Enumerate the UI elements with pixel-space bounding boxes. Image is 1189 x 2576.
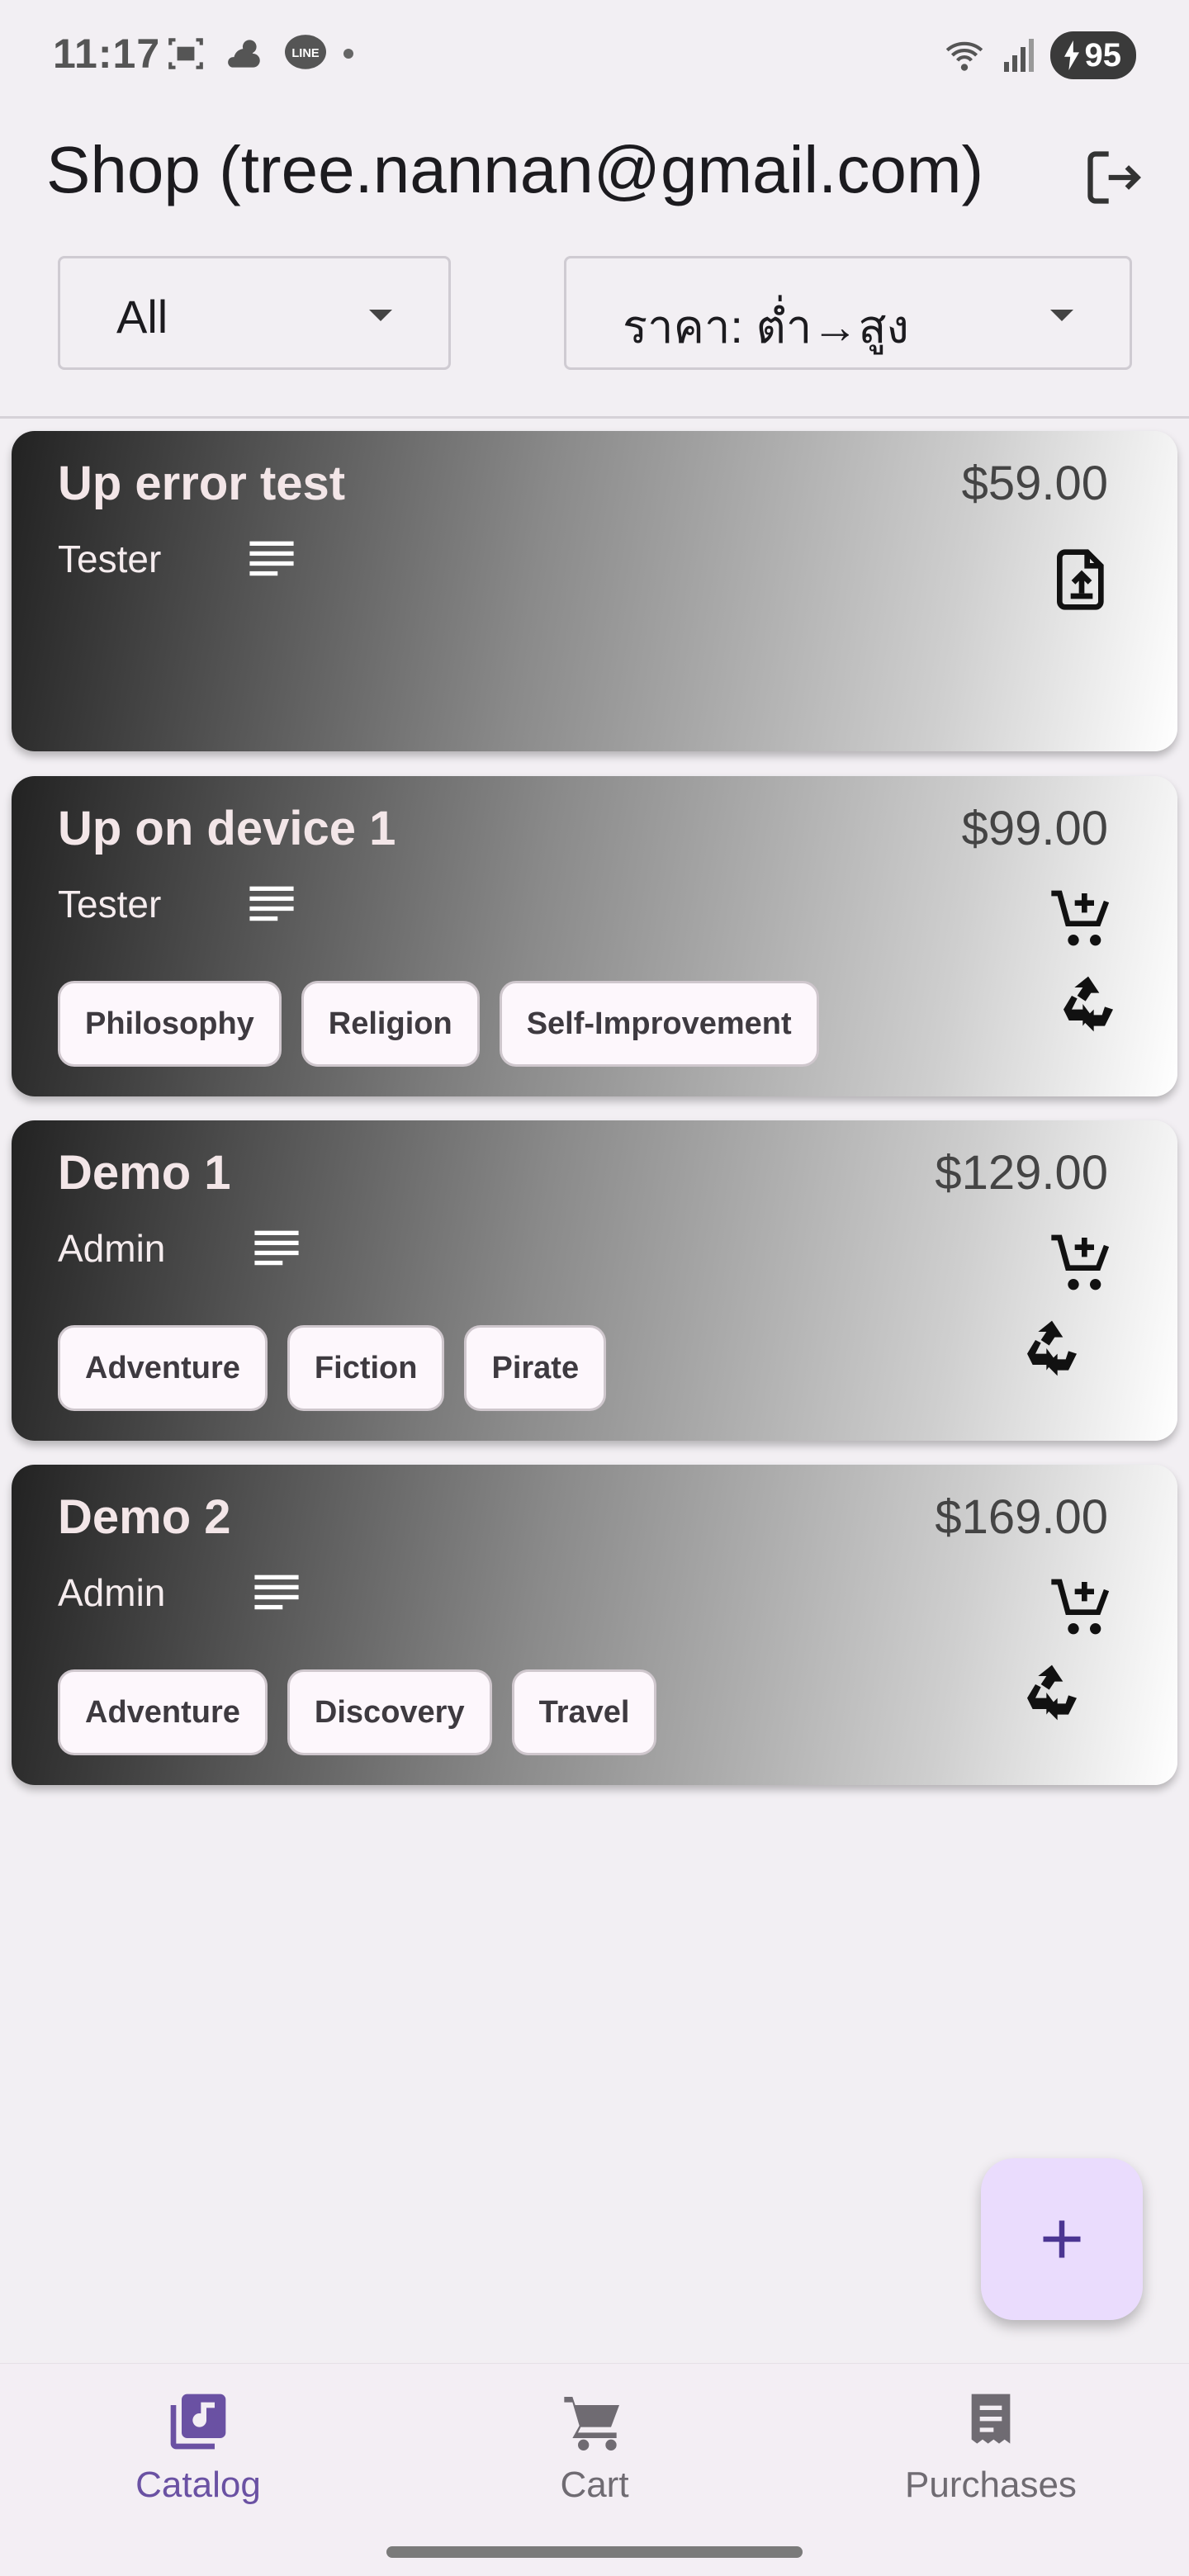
notification-dot [343,49,353,59]
recycle-icon[interactable] [1019,1660,1085,1726]
receipt-icon [971,2394,1011,2444]
description-icon[interactable] [248,882,296,923]
tag-chip[interactable]: Adventure [58,1669,268,1755]
product-author: Admin [58,1227,166,1270]
nav-label: Cart [560,2465,629,2505]
description-icon[interactable] [253,1226,301,1267]
add-to-cart-icon[interactable] [1049,1574,1115,1640]
tag-chip[interactable]: Philosophy [58,981,282,1067]
logout-icon [1087,151,1141,204]
category-dropdown-value: All [116,291,168,343]
upload-file-icon[interactable] [1049,547,1115,613]
tag-chip[interactable]: Pirate [464,1325,607,1411]
tag-chip[interactable]: Travel [511,1669,657,1755]
product-author: Admin [58,1571,166,1614]
product-price: $169.00 [935,1490,1108,1544]
battery-charging-icon [1063,40,1079,70]
product-title: Demo 1 [58,1146,231,1200]
tag-list: Adventure Discovery Travel [58,1669,657,1755]
svg-text:LINE: LINE [291,47,319,60]
sort-dropdown[interactable]: ราคา: ต่ำ→สูง [564,256,1132,370]
recycle-icon[interactable] [1055,971,1121,1037]
signal-icon [1003,39,1034,72]
logout-button[interactable] [1077,140,1151,215]
category-dropdown[interactable]: All [58,256,451,370]
tag-chip[interactable]: Self-Improvement [499,981,819,1067]
add-product-button[interactable] [981,2158,1143,2320]
weather-cloud-icon [228,40,260,68]
product-title: Up error test [58,457,346,510]
page-title: Shop (tree.nannan@gmail.com) [46,133,984,206]
nav-label: Catalog [135,2465,261,2505]
product-price: $129.00 [935,1146,1108,1200]
description-icon[interactable] [248,537,296,578]
status-time: 11:17 [53,31,161,77]
product-card[interactable]: Demo 1 Admin $129.00 Adventure Fiction P… [12,1120,1177,1441]
nav-label: Purchases [905,2465,1077,2505]
screenshot-icon [168,38,203,69]
product-author: Tester [58,883,162,926]
chevron-down-icon [369,310,392,321]
product-card[interactable]: Up error test Tester $59.00 [12,431,1177,751]
status-bar: 11:17 LINE 95 [0,0,1189,112]
product-title: Demo 2 [58,1490,231,1544]
product-title: Up on device 1 [58,802,396,855]
library-music-icon [170,2394,226,2450]
status-icons-right: 95 [941,31,1136,79]
product-author: Tester [58,537,162,580]
tag-list: Adventure Fiction Pirate [58,1325,607,1411]
battery-level: 95 [1084,36,1122,73]
tag-chip[interactable]: Religion [301,981,480,1067]
cart-icon [564,2397,619,2451]
status-icons-left: LINE [165,33,353,74]
nav-item-purchases[interactable]: Purchases [867,2389,1115,2506]
plus-icon [1043,2220,1081,2258]
nav-item-catalog[interactable]: Catalog [74,2389,322,2506]
tag-chip[interactable]: Fiction [287,1325,445,1411]
add-to-cart-icon[interactable] [1049,885,1115,951]
line-app-icon: LINE [285,35,326,69]
recycle-icon[interactable] [1019,1315,1085,1381]
nav-item-cart[interactable]: Cart [471,2389,718,2506]
description-icon[interactable] [253,1570,301,1612]
battery-indicator: 95 [1049,31,1136,79]
wifi-icon [945,41,983,71]
product-card[interactable]: Demo 2 Admin $169.00 Adventure Discovery… [12,1465,1177,1785]
home-indicator[interactable] [386,2546,803,2558]
tag-list: Philosophy Religion Self-Improvement [58,981,819,1067]
product-price: $99.00 [961,802,1108,855]
sort-dropdown-value: ราคา: ต่ำ→สูง [623,301,909,353]
product-price: $59.00 [961,457,1108,510]
add-to-cart-icon[interactable] [1049,1229,1115,1295]
chevron-down-icon [1050,310,1073,321]
bottom-navigation: Catalog Cart Purchases [0,2363,1189,2576]
divider [0,416,1189,419]
tag-chip[interactable]: Adventure [58,1325,268,1411]
tag-chip[interactable]: Discovery [287,1669,492,1755]
product-card[interactable]: Up on device 1 Tester $99.00 Philosophy … [12,776,1177,1096]
